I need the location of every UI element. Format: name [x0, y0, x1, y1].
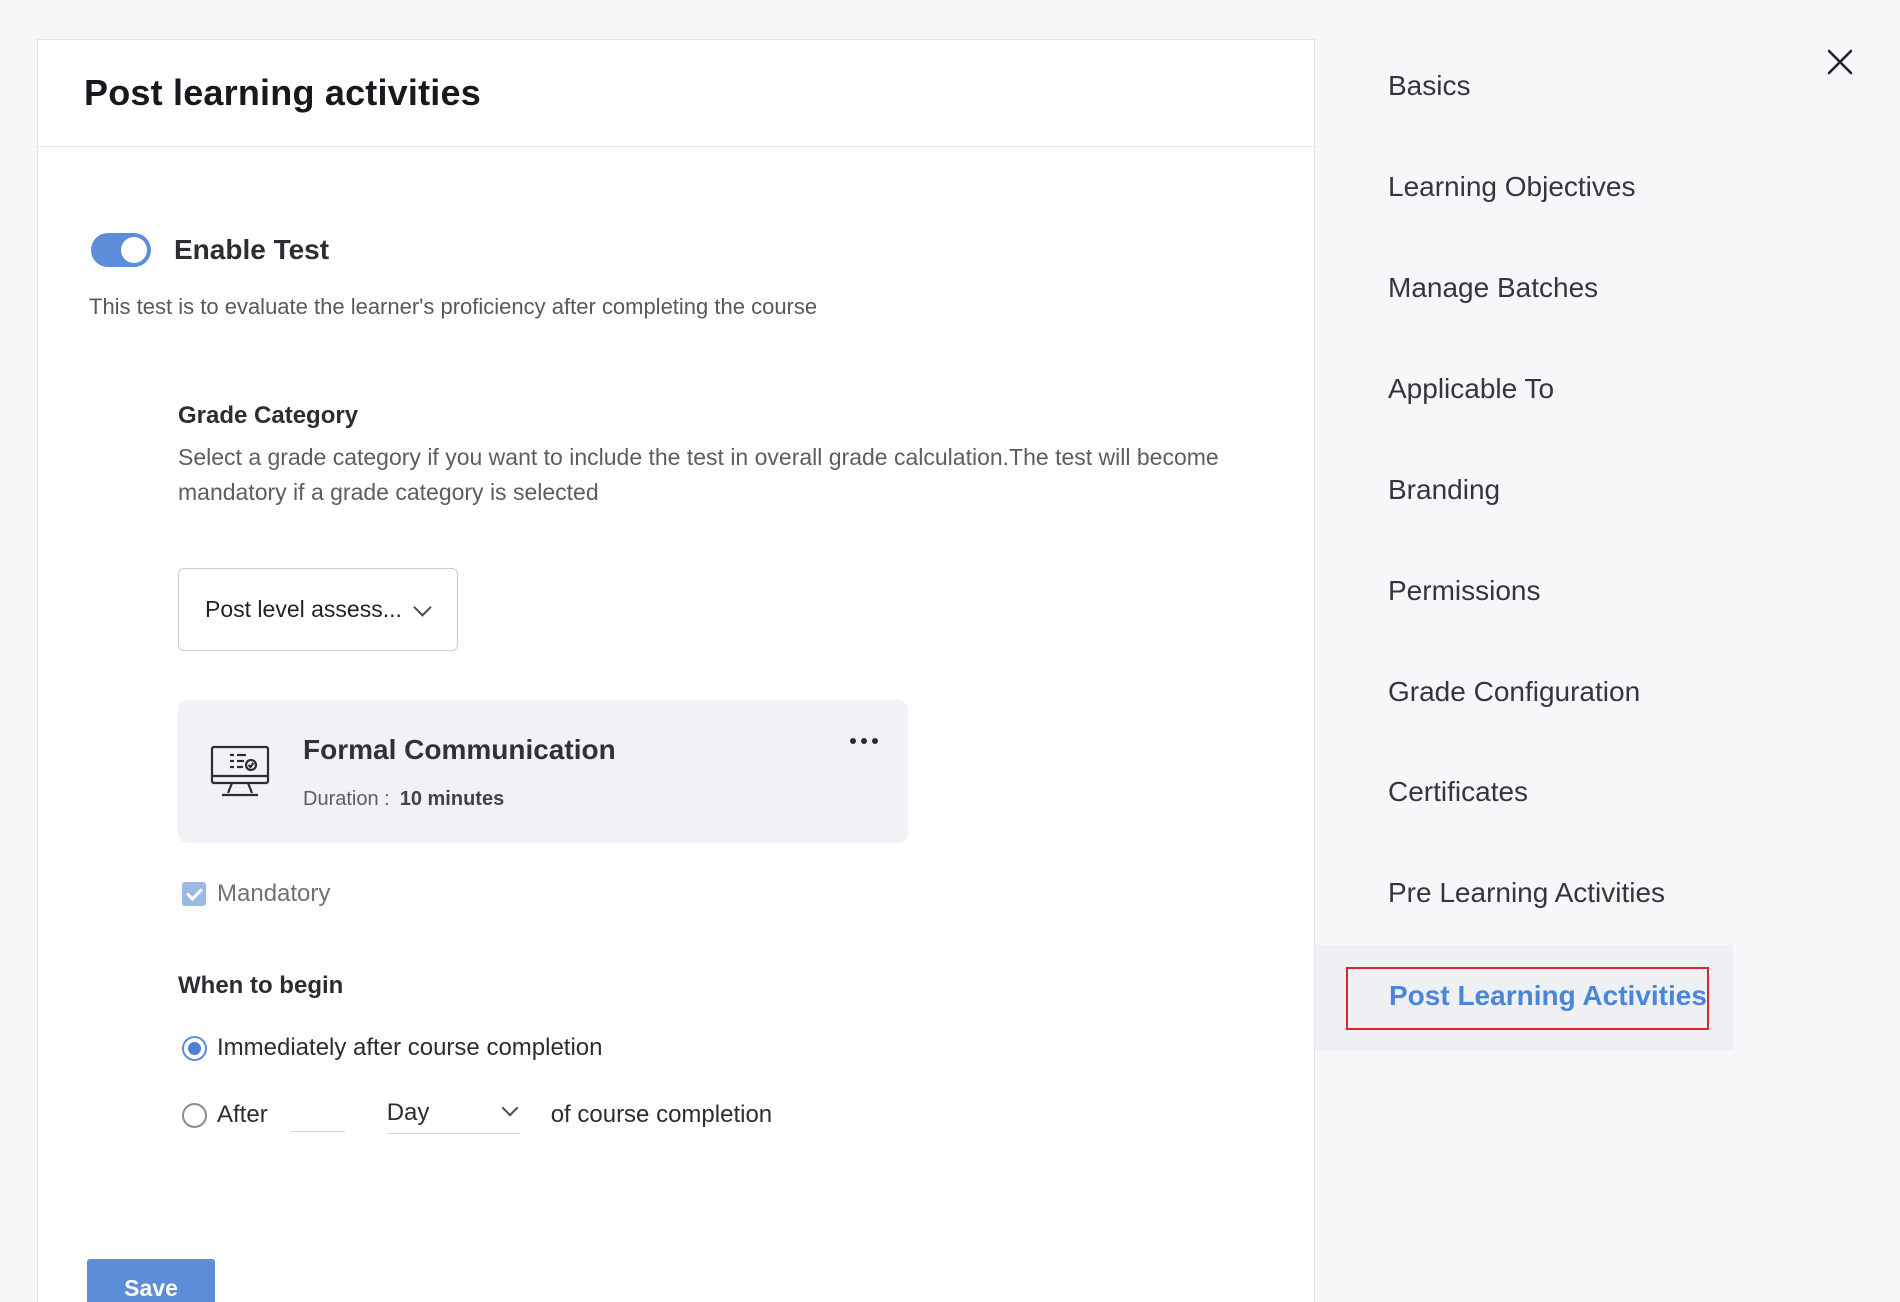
nav-item-grade-configuration[interactable]: Grade Configuration — [1388, 676, 1640, 708]
grade-category-value: Post level assess... — [205, 596, 402, 622]
nav-item-basics[interactable]: Basics — [1388, 70, 1470, 102]
test-duration: Duration : 10 minutes — [303, 788, 504, 811]
radio-immediate-label: Immediately after course completion — [217, 1034, 603, 1061]
grade-category-title: Grade Category — [178, 402, 359, 429]
enable-test-row: Enable Test — [91, 233, 329, 267]
nav-item-certificates[interactable]: Certificates — [1388, 776, 1528, 808]
page: Post learning activities Enable Test Thi… — [0, 0, 1900, 1302]
toggle-knob — [121, 237, 147, 263]
radio-row-after: After Day of course completion — [182, 1096, 772, 1134]
mandatory-checkbox[interactable] — [182, 882, 206, 906]
radio-after[interactable] — [182, 1102, 207, 1128]
mandatory-label: Mandatory — [217, 880, 331, 907]
mandatory-row: Mandatory — [182, 880, 330, 908]
more-options-icon[interactable] — [850, 734, 878, 748]
radio-after-label: After — [217, 1101, 268, 1128]
nav-item-learning-objectives[interactable]: Learning Objectives — [1388, 171, 1635, 203]
chevron-down-icon — [501, 1099, 519, 1117]
after-suffix-label: of course completion — [550, 1101, 773, 1128]
after-count-input[interactable] — [289, 1098, 345, 1132]
nav-item-post-learning-activities[interactable]: Post Learning Activities — [1389, 980, 1707, 1012]
monitor-test-icon — [210, 745, 270, 797]
enable-test-toggle[interactable] — [91, 233, 151, 267]
nav-item-permissions[interactable]: Permissions — [1388, 575, 1540, 607]
grade-category-description: Select a grade category if you want to i… — [178, 444, 1219, 505]
when-to-begin-title: When to begin — [178, 972, 344, 999]
nav-item-branding[interactable]: Branding — [1388, 474, 1500, 506]
duration-label: Duration : — [303, 788, 390, 810]
time-unit-value: Day — [386, 1099, 430, 1126]
duration-value: 10 minutes — [399, 788, 505, 810]
panel-header: Post learning activities — [38, 40, 1314, 147]
nav-item-applicable-to[interactable]: Applicable To — [1388, 373, 1554, 405]
save-button[interactable]: Save — [87, 1259, 215, 1302]
enable-test-description: This test is to evaluate the learner's p… — [89, 294, 818, 319]
radio-immediate[interactable] — [182, 1035, 207, 1061]
nav-item-manage-batches[interactable]: Manage Batches — [1388, 272, 1598, 304]
enable-test-label: Enable Test — [174, 234, 330, 265]
settings-panel: Post learning activities Enable Test Thi… — [37, 39, 1315, 1302]
close-icon[interactable] — [1826, 48, 1854, 76]
nav-item-pre-learning-activities[interactable]: Pre Learning Activities — [1388, 877, 1665, 909]
grade-category-select[interactable]: Post level assess... — [178, 568, 458, 651]
test-card: Formal Communication Duration : 10 minute… — [178, 700, 908, 843]
chevron-down-icon — [413, 598, 432, 617]
settings-nav: Basics Learning Objectives Manage Batche… — [1315, 0, 1900, 1302]
page-title: Post learning activities — [84, 72, 481, 113]
test-title: Formal Communication — [303, 734, 616, 765]
time-unit-select[interactable]: Day — [386, 1096, 520, 1134]
radio-row-immediate: Immediately after course completion — [182, 1034, 603, 1062]
